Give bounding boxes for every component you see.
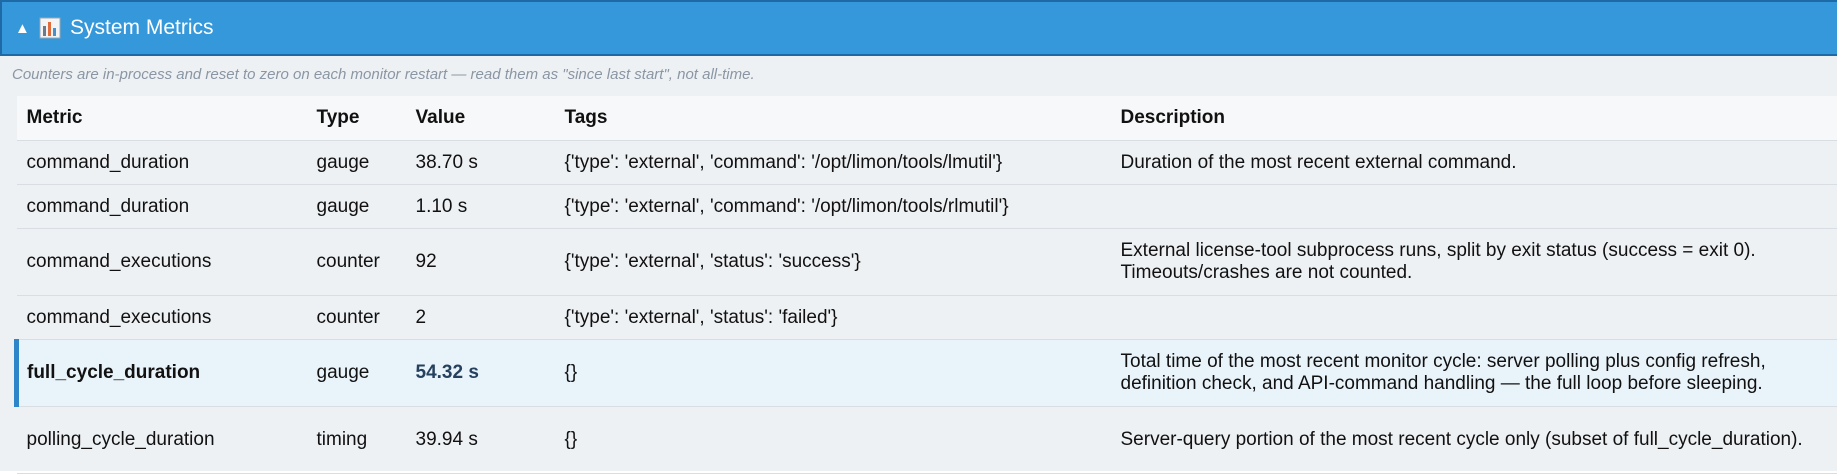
- column-header-description[interactable]: Description: [1111, 96, 1837, 141]
- value-cell: 39.94 s: [406, 407, 555, 474]
- tags-cell: {}: [555, 340, 1111, 407]
- bar-chart-icon: [39, 17, 61, 39]
- metric-cell: command_executions: [17, 229, 307, 296]
- table-row-highlighted[interactable]: full_cycle_duration gauge 54.32 s {} Tot…: [17, 340, 1837, 407]
- table-row[interactable]: command_executions counter 92 {'type': '…: [17, 229, 1837, 296]
- panel-header[interactable]: ▲ System Metrics: [0, 0, 1837, 56]
- metric-cell: command_duration: [17, 141, 307, 185]
- metric-cell: full_cycle_duration: [17, 340, 307, 407]
- collapse-toggle-icon[interactable]: ▲: [15, 20, 29, 37]
- tags-cell: {}: [555, 407, 1111, 474]
- metrics-table: Metric Type Value Tags Description comma…: [14, 96, 1837, 474]
- table-row[interactable]: command_duration gauge 1.10 s {'type': '…: [17, 185, 1837, 229]
- table-row[interactable]: command_executions counter 2 {'type': 'e…: [17, 296, 1837, 340]
- description-cell: External license-tool subprocess runs, s…: [1111, 229, 1837, 296]
- tags-cell: {'type': 'external', 'status': 'success'…: [555, 229, 1111, 296]
- description-cell: Duration of the most recent external com…: [1111, 141, 1837, 185]
- type-cell: gauge: [307, 141, 406, 185]
- column-header-value[interactable]: Value: [406, 96, 555, 141]
- column-header-type[interactable]: Type: [307, 96, 406, 141]
- description-cell: [1111, 296, 1837, 340]
- tags-cell: {'type': 'external', 'command': '/opt/li…: [555, 141, 1111, 185]
- tags-cell: {'type': 'external', 'status': 'failed'}: [555, 296, 1111, 340]
- description-cell: Total time of the most recent monitor cy…: [1111, 340, 1837, 407]
- column-header-metric[interactable]: Metric: [17, 96, 307, 141]
- column-header-tags[interactable]: Tags: [555, 96, 1111, 141]
- type-cell: counter: [307, 296, 406, 340]
- metric-cell: command_duration: [17, 185, 307, 229]
- metric-cell: command_executions: [17, 296, 307, 340]
- description-cell: [1111, 185, 1837, 229]
- description-cell: Server-query portion of the most recent …: [1111, 407, 1837, 474]
- tags-cell: {'type': 'external', 'command': '/opt/li…: [555, 185, 1111, 229]
- restart-note: Counters are in-process and reset to zer…: [12, 66, 755, 83]
- panel-title: System Metrics: [70, 16, 214, 40]
- table-row[interactable]: command_duration gauge 38.70 s {'type': …: [17, 141, 1837, 185]
- value-cell: 92: [406, 229, 555, 296]
- value-cell: 38.70 s: [406, 141, 555, 185]
- table-header-row: Metric Type Value Tags Description: [17, 96, 1837, 141]
- system-metrics-panel: ▲ System Metrics Counters are in-process…: [0, 0, 1837, 471]
- value-cell: 2: [406, 296, 555, 340]
- metric-cell: polling_cycle_duration: [17, 407, 307, 474]
- type-cell: gauge: [307, 340, 406, 407]
- value-cell: 54.32 s: [406, 340, 555, 407]
- table-row[interactable]: polling_cycle_duration timing 39.94 s {}…: [17, 407, 1837, 474]
- type-cell: timing: [307, 407, 406, 474]
- value-cell: 1.10 s: [406, 185, 555, 229]
- type-cell: counter: [307, 229, 406, 296]
- type-cell: gauge: [307, 185, 406, 229]
